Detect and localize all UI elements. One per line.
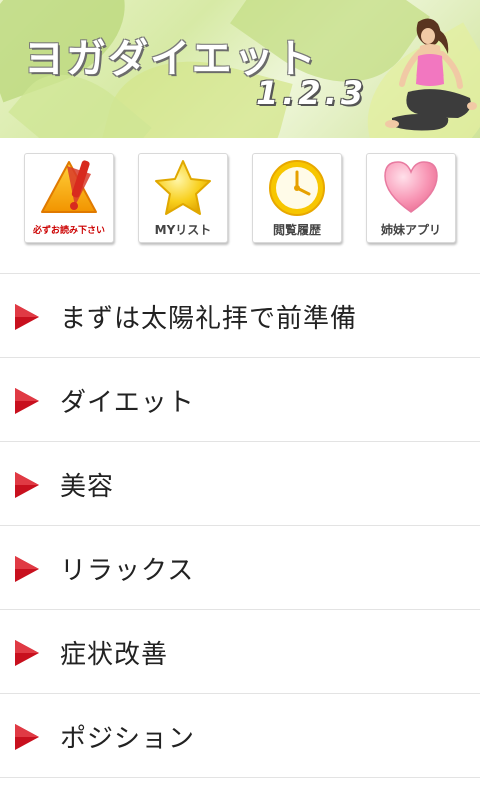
play-arrow-icon	[15, 304, 39, 330]
menu-item-label: ダイエット	[60, 388, 195, 418]
play-arrow-icon	[15, 724, 39, 750]
menu-item-label: リラックス	[60, 556, 195, 586]
warning-icon	[41, 160, 97, 213]
app-version: 1.2.3	[256, 74, 368, 112]
menu-item-beauty[interactable]: 美容	[0, 442, 480, 526]
play-arrow-icon	[15, 388, 39, 414]
please-read-button[interactable]: 必ずお読み下さい	[24, 153, 114, 243]
menu-item-label: まずは太陽礼拝で前準備	[60, 304, 358, 334]
star-icon	[155, 160, 211, 215]
menu-item-relax[interactable]: リラックス	[0, 526, 480, 610]
header-banner: ヨガダイエット 1.2.3	[0, 0, 480, 138]
play-arrow-icon	[15, 472, 39, 498]
menu-item-label: 症状改善	[60, 640, 169, 670]
history-label: 閲覧履歴	[272, 223, 321, 237]
category-menu: まずは太陽礼拝で前準備 ダイエット 美容 リラックス 症状改善 ポジション	[0, 274, 480, 778]
yoga-woman-illustration	[385, 18, 477, 131]
heart-icon	[384, 161, 438, 213]
menu-item-symptom-relief[interactable]: 症状改善	[0, 610, 480, 694]
play-arrow-icon	[15, 556, 39, 582]
clock-icon	[269, 160, 325, 216]
sister-apps-label: 姉妹アプリ	[380, 223, 441, 237]
shortcut-bar: 必ずお読み下さい MYリスト 閲覧履歴 姉妹アプリ	[0, 138, 480, 273]
please-read-label: 必ずお読み下さい	[32, 226, 105, 236]
history-button[interactable]: 閲覧履歴	[252, 153, 342, 243]
sister-apps-button[interactable]: 姉妹アプリ	[366, 153, 456, 243]
play-arrow-icon	[15, 640, 39, 666]
menu-item-position[interactable]: ポジション	[0, 694, 480, 778]
menu-item-label: 美容	[60, 472, 115, 502]
menu-item-label: ポジション	[60, 724, 196, 754]
menu-item-diet[interactable]: ダイエット	[0, 358, 480, 442]
menu-item-sun-salutation[interactable]: まずは太陽礼拝で前準備	[0, 274, 480, 358]
my-list-button[interactable]: MYリスト	[138, 153, 228, 243]
my-list-label: MYリスト	[154, 223, 212, 237]
